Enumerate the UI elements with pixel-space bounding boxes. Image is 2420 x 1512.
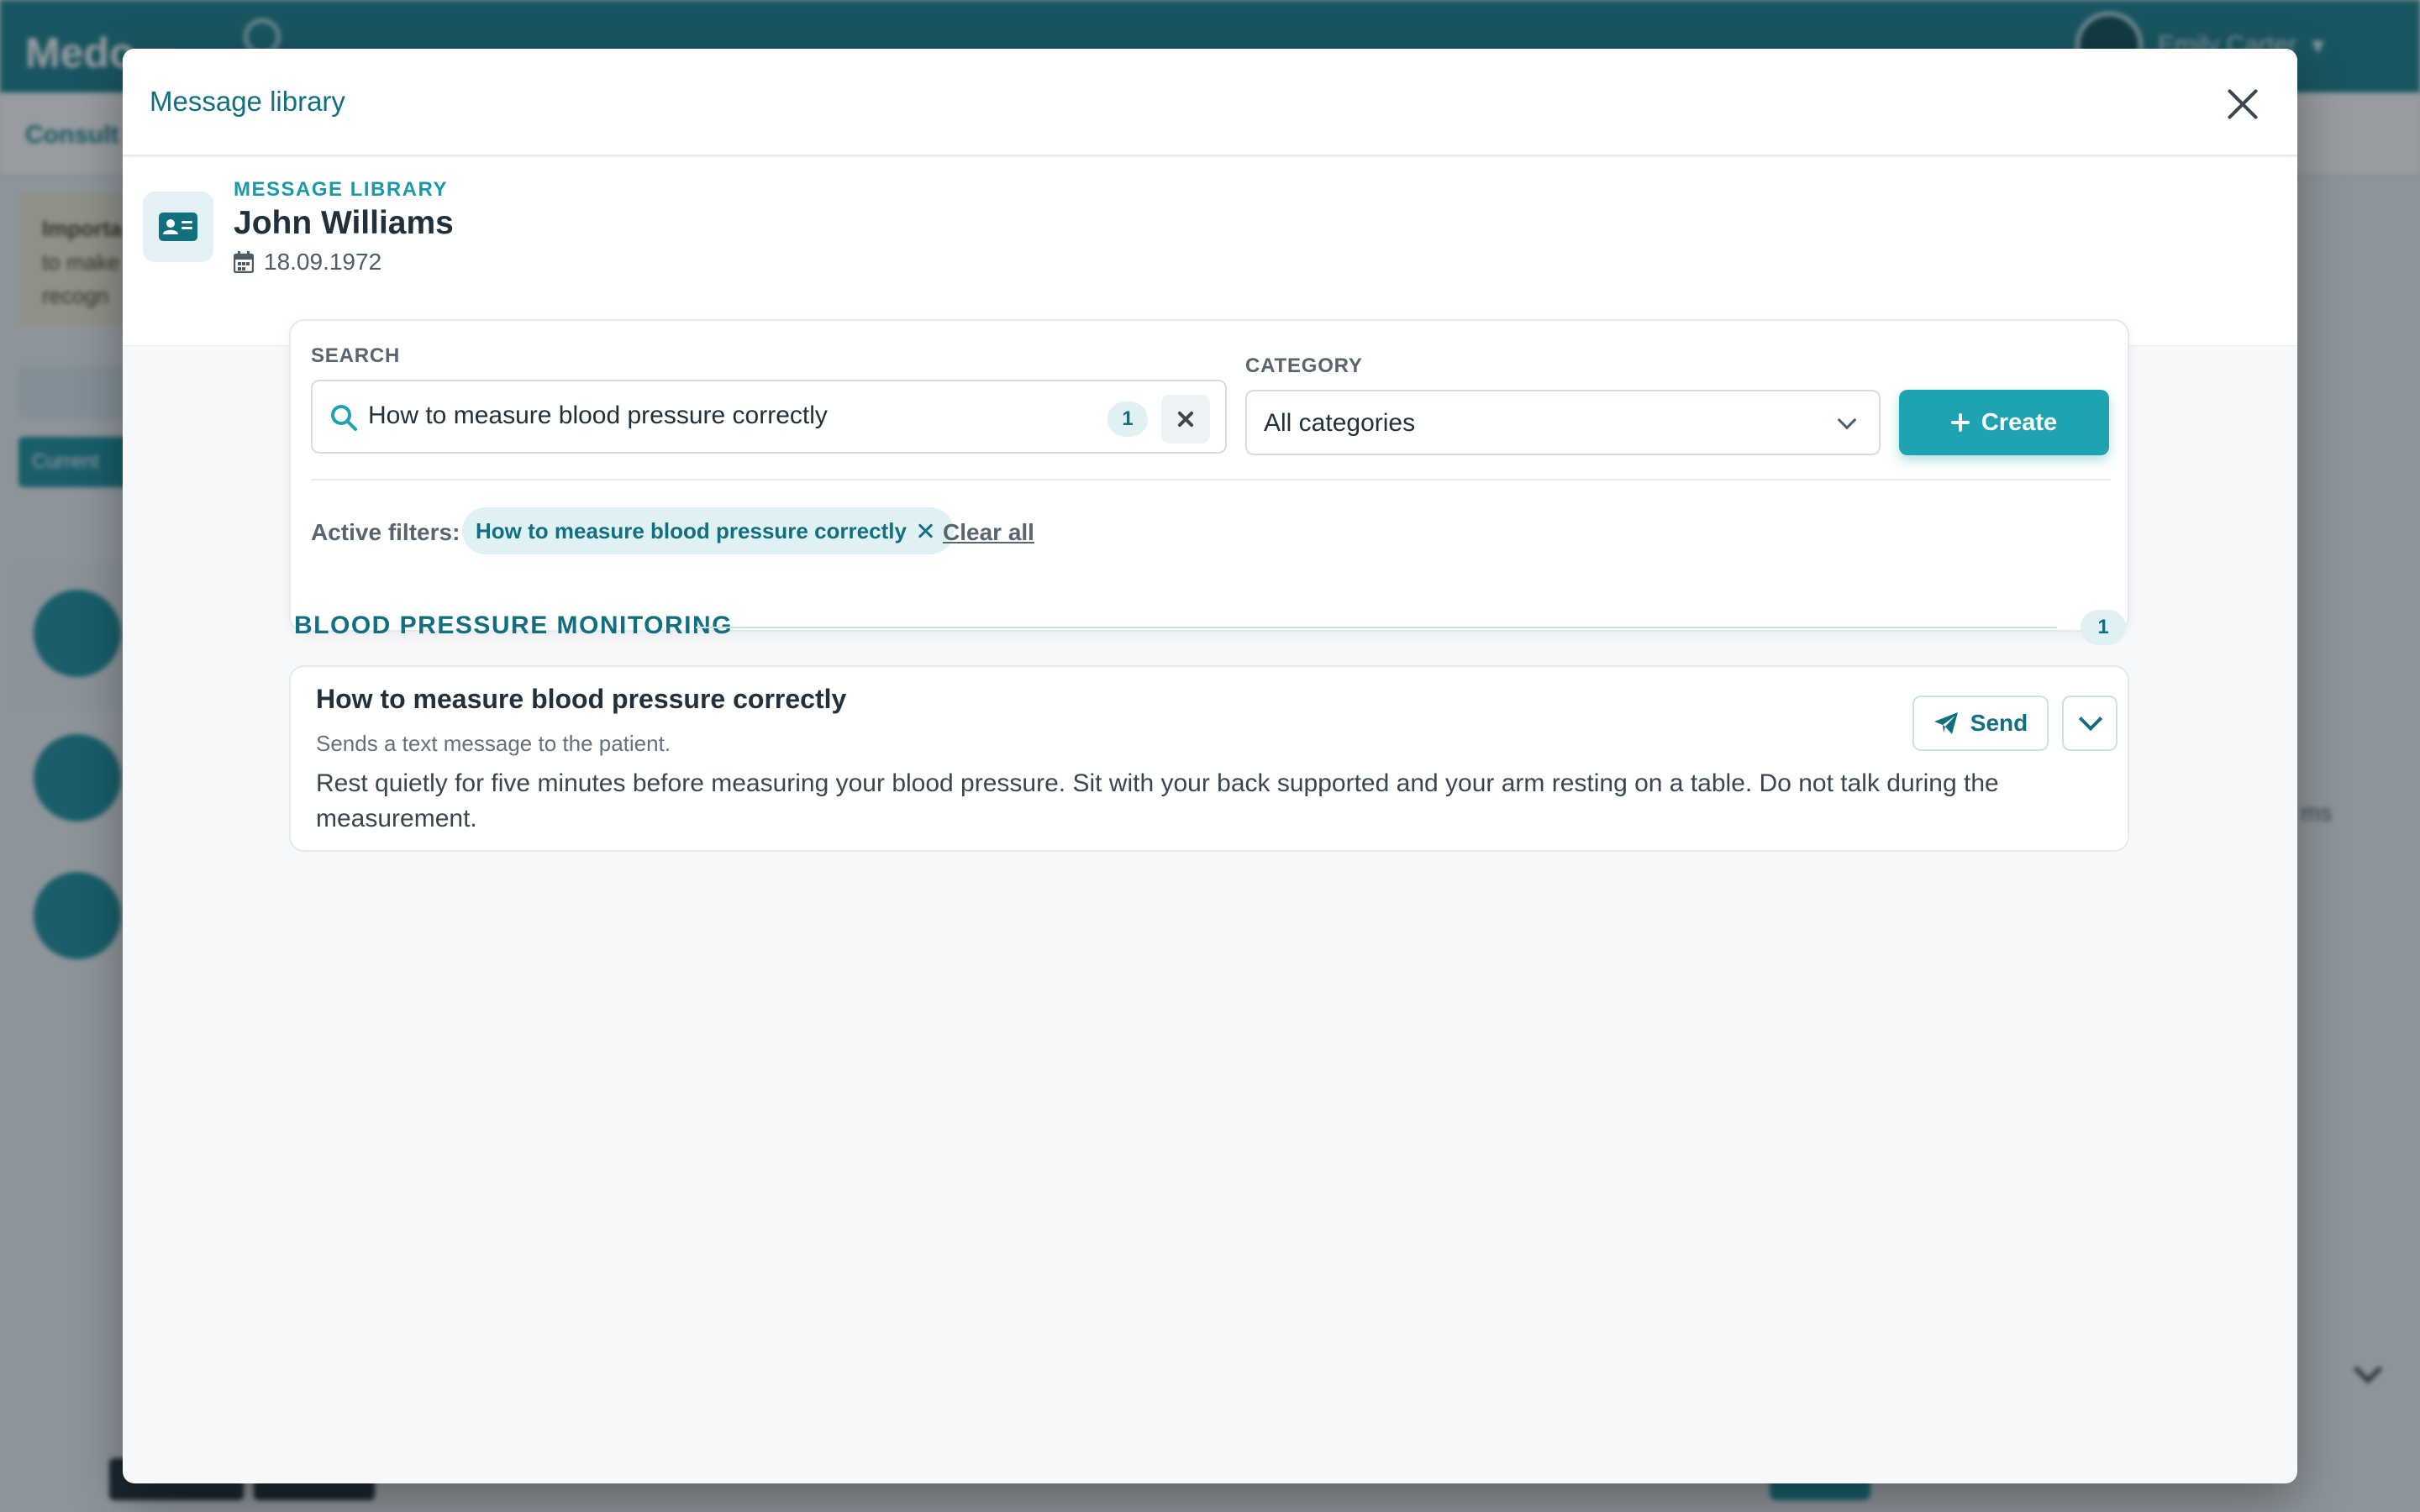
category-label: CATEGORY bbox=[1245, 354, 1363, 377]
search-value: How to measure blood pressure correctly bbox=[368, 402, 828, 429]
clear-all-link[interactable]: Clear all bbox=[943, 519, 1034, 546]
message-body: Rest quietly for five minutes before mea… bbox=[316, 769, 1999, 832]
send-label: Send bbox=[1970, 710, 2028, 736]
clear-search-icon[interactable] bbox=[1161, 395, 1210, 444]
create-button[interactable]: Create bbox=[1899, 390, 2109, 455]
patient-header: MESSAGE LIBRARY John Williams 18.09.1972 bbox=[123, 158, 2297, 346]
date-of-birth: 18.09.1972 bbox=[234, 249, 381, 276]
chevron-down-icon bbox=[1837, 410, 1857, 430]
divider bbox=[311, 479, 2111, 480]
filter-chip-label: How to measure blood pressure correctly bbox=[476, 517, 907, 543]
divider bbox=[696, 627, 2057, 628]
message-card: How to measure blood pressure correctly … bbox=[289, 665, 2129, 852]
create-label: Create bbox=[1981, 408, 2058, 436]
dob-value: 18.09.1972 bbox=[264, 249, 382, 275]
message-subtitle: Sends a text message to the patient. bbox=[316, 731, 671, 756]
expand-chevron-button[interactable] bbox=[2062, 696, 2118, 751]
send-button[interactable]: Send bbox=[1912, 696, 2049, 751]
filter-chip[interactable]: How to measure blood pressure correctly bbox=[462, 507, 954, 554]
plus-icon bbox=[1950, 413, 1970, 432]
message-title: How to measure blood pressure correctly bbox=[316, 684, 847, 714]
search-icon bbox=[331, 405, 357, 431]
section-label: MESSAGE LIBRARY bbox=[234, 178, 448, 201]
message-library-modal: Message library MESSAGE LIBRARY John Wil… bbox=[123, 49, 2297, 1483]
result-count-badge: 1 bbox=[1107, 402, 1148, 437]
paper-plane-icon bbox=[1933, 712, 1958, 734]
search-input[interactable]: How to measure blood pressure correctly … bbox=[311, 380, 1227, 454]
group-header: BLOOD PRESSURE MONITORING 1 bbox=[294, 610, 2126, 645]
active-filters-label: Active filters: bbox=[311, 519, 460, 545]
modal-header: Message library bbox=[123, 49, 2297, 156]
category-select[interactable]: All categories bbox=[1245, 390, 1881, 455]
search-label: SEARCH bbox=[311, 344, 401, 367]
category-value: All categories bbox=[1264, 409, 1416, 437]
patient-name: John Williams bbox=[234, 205, 454, 241]
remove-filter-icon[interactable] bbox=[918, 523, 934, 538]
id-card-icon bbox=[143, 192, 213, 262]
modal-title: Message library bbox=[150, 86, 345, 117]
close-icon[interactable] bbox=[2222, 82, 2264, 124]
calendar-icon bbox=[234, 251, 254, 273]
search-filter-card: SEARCH How to measure blood pressure cor… bbox=[289, 319, 2129, 632]
group-title: BLOOD PRESSURE MONITORING bbox=[294, 612, 733, 639]
group-count-badge: 1 bbox=[2081, 610, 2126, 645]
